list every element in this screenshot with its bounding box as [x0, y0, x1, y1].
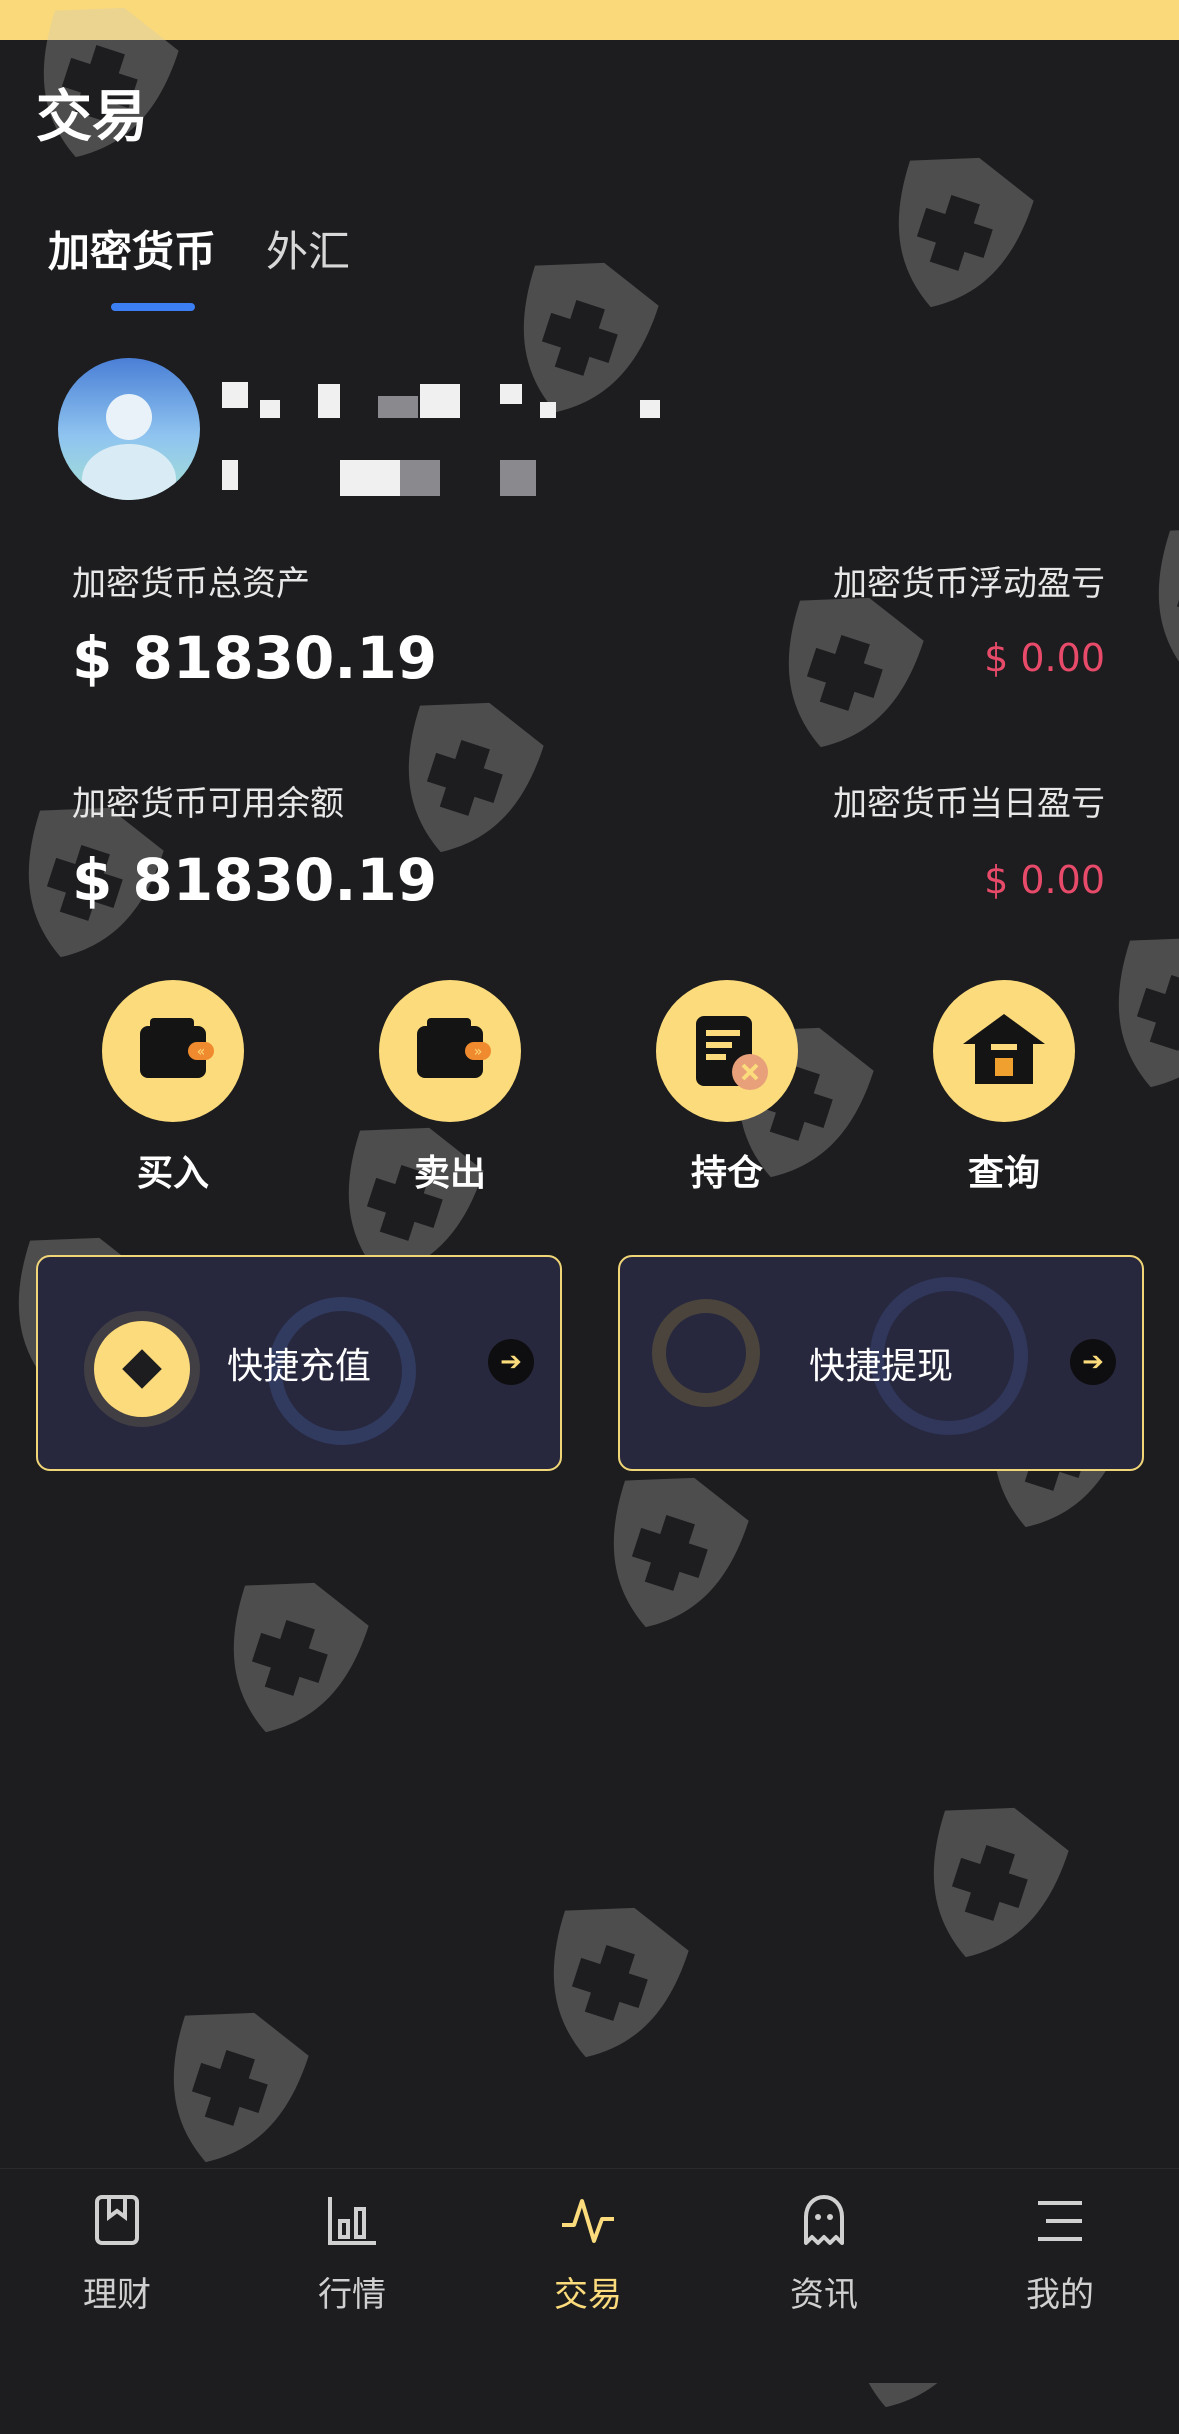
buy-button[interactable]: « 买入 [73, 980, 273, 1196]
watermark-shield-icon [133, 1986, 327, 2189]
nav-label: 理财 [83, 2275, 151, 2315]
tab-crypto[interactable]: 加密货币 [48, 218, 216, 279]
status-banner [0, 0, 1179, 40]
nav-item-finance[interactable]: 理财 [37, 2191, 197, 2316]
query-button[interactable]: 查询 [904, 980, 1104, 1196]
daily-pnl-label: 加密货币当日盈亏 [833, 784, 1105, 824]
daily-pnl-value: $ 0.00 [984, 858, 1105, 902]
menu-icon [1038, 2201, 1082, 2241]
nav-label: 我的 [1026, 2275, 1094, 2315]
query-label: 查询 [967, 1153, 1040, 1194]
nav-label: 资讯 [790, 2275, 858, 2315]
arrow-right-icon: ➔ [488, 1339, 534, 1385]
total-assets-label: 加密货币总资产 [72, 564, 310, 604]
sell-label: 卖出 [413, 1153, 486, 1194]
wallet-buy-icon: « [102, 980, 244, 1122]
watermark-shield-icon [193, 1556, 387, 1759]
tab-active-indicator [111, 303, 195, 311]
nav-item-market[interactable]: 行情 [272, 2191, 432, 2316]
ghost-icon [804, 2195, 844, 2245]
quick-withdraw-label: 快捷提现 [808, 1346, 953, 1387]
tab-forex[interactable]: 外汇 [266, 218, 350, 279]
position-button[interactable]: 持仓 [627, 980, 827, 1196]
available-balance-value: $ 81830.19 [72, 846, 438, 914]
position-document-icon [656, 980, 798, 1122]
available-balance-label: 加密货币可用余额 [72, 784, 344, 824]
pulse-icon [562, 2199, 614, 2243]
svg-text:«: « [197, 1044, 206, 1060]
sell-button[interactable]: » 卖出 [350, 980, 550, 1196]
watermark-shield-icon [893, 1781, 1087, 1984]
quick-deposit-label: 快捷充值 [226, 1346, 371, 1387]
nav-label: 行情 [318, 2275, 386, 2315]
nav-item-news[interactable]: 资讯 [744, 2191, 904, 2316]
bar-chart-icon [328, 2197, 376, 2245]
total-assets-value: $ 81830.19 [72, 624, 438, 692]
watermark-shield-icon [858, 131, 1052, 334]
house-query-icon [933, 980, 1075, 1122]
arrow-right-icon: ➔ [1070, 1339, 1116, 1385]
floating-pnl-value: $ 0.00 [984, 636, 1105, 680]
watermark-shield-icon [573, 1451, 767, 1654]
wallet-sell-icon: » [379, 980, 521, 1122]
floating-pnl-label: 加密货币浮动盈亏 [833, 564, 1105, 604]
avatar[interactable] [58, 358, 200, 500]
watermark-shield-icon [1118, 501, 1179, 704]
bookmark-icon [95, 2195, 139, 2245]
nav-item-mine[interactable]: 我的 [980, 2191, 1140, 2316]
quick-deposit-card[interactable]: 快捷充值 ➔ [36, 1255, 562, 1471]
quick-withdraw-card[interactable]: 快捷提现 ➔ [618, 1255, 1144, 1471]
nav-item-trade[interactable]: 交易 [508, 2191, 668, 2316]
buy-label: 买入 [136, 1153, 209, 1194]
position-label: 持仓 [690, 1153, 763, 1194]
page-title: 交易 [36, 85, 148, 150]
watermark-shield-icon [513, 1881, 707, 2084]
svg-text:»: » [474, 1044, 483, 1060]
nav-label: 交易 [554, 2275, 622, 2315]
bottom-nav: 理财 行情 交易 资讯 我的 [0, 2168, 1179, 2383]
